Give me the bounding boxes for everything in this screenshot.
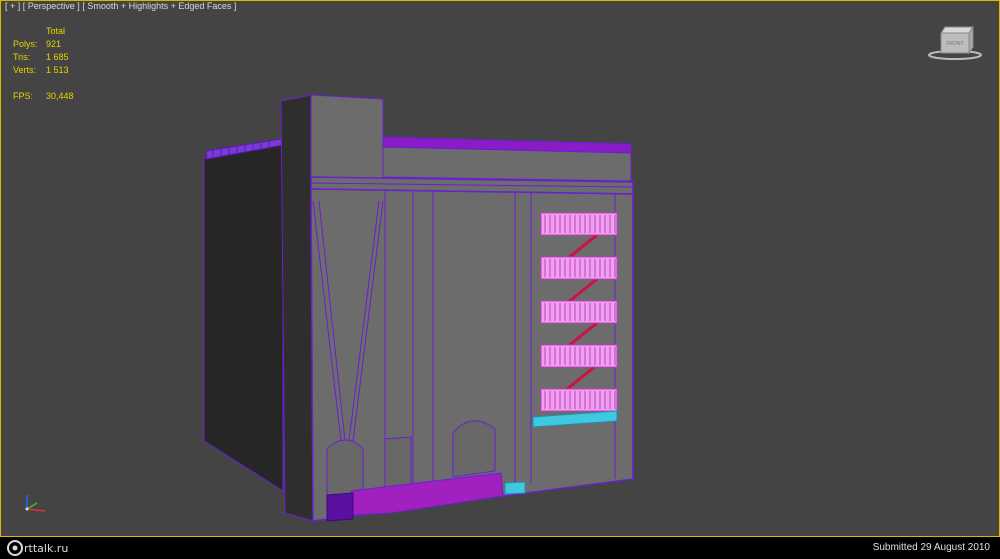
perspective-viewport[interactable]: [ + ] [ Perspective ] [ Smooth + Highlig… [0, 0, 1000, 537]
parapet-wall [382, 146, 632, 182]
footer-bar: rttalk.ru Submitted 29 August 2010 [0, 537, 1000, 559]
building-left-wall [203, 140, 284, 492]
logo-text: rttalk.ru [24, 541, 69, 555]
arttalk-logo-icon [7, 540, 23, 556]
tower-left-face [280, 94, 314, 522]
site-logo[interactable]: rttalk.ru [6, 539, 68, 557]
axis-tripod-icon [25, 495, 46, 512]
submitted-date: Submitted 29 August 2010 [872, 542, 990, 553]
cyan-step [504, 481, 526, 495]
building-model[interactable] [1, 1, 1000, 537]
tower-front-face [310, 94, 384, 182]
